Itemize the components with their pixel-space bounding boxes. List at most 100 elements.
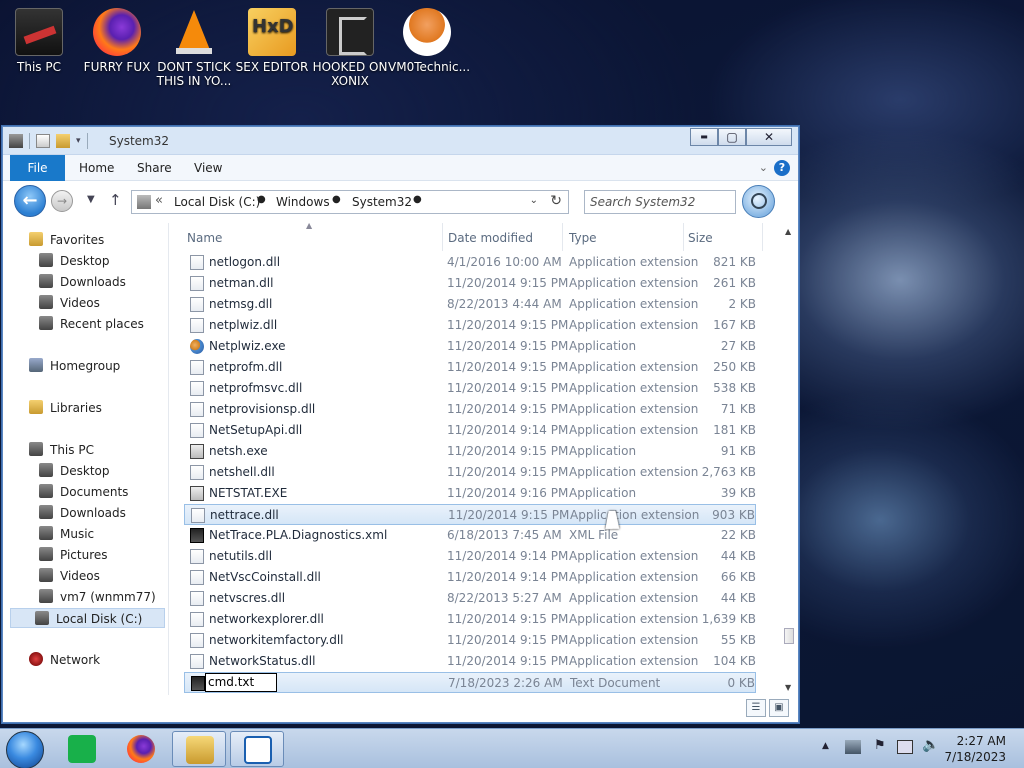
scroll-up-arrow-icon[interactable]: ▲: [785, 227, 791, 236]
table-row[interactable]: NetSetupApi.dll 11/20/2014 9:14 PM Applica…: [184, 420, 756, 441]
help-button[interactable]: ?: [774, 160, 790, 176]
table-row[interactable]: netplwiz.dll 11/20/2014 9:15 PM Applicatio…: [184, 315, 756, 336]
properties-icon[interactable]: [36, 134, 50, 148]
minimize-button[interactable]: ▬: [690, 128, 718, 146]
details-view-button[interactable]: ☰: [746, 699, 766, 717]
desktop-icon-sex-editor[interactable]: HxD SEX EDITOR: [233, 8, 311, 74]
breadcrumb-local-disk[interactable]: Local Disk (C:): [174, 195, 260, 209]
nav-pc-music[interactable]: Music: [39, 524, 94, 544]
nav-fav-downloads[interactable]: Downloads: [39, 272, 126, 292]
breadcrumb-windows[interactable]: Windows: [276, 195, 330, 209]
table-row[interactable]: netprofmsvc.dll 11/20/2014 9:15 PM Applica…: [184, 378, 756, 399]
close-button[interactable]: ✕: [746, 128, 792, 146]
nav-fav-desktop[interactable]: Desktop: [39, 251, 110, 271]
table-row[interactable]: netvscres.dll 8/22/2013 5:27 AM Applicatio…: [184, 588, 756, 609]
nav-pc-pictures[interactable]: Pictures: [39, 545, 108, 565]
nav-pc-desktop[interactable]: Desktop: [39, 461, 110, 481]
column-divider[interactable]: [562, 223, 563, 251]
nav-network[interactable]: Network: [29, 650, 100, 670]
scrollbar-thumb[interactable]: [784, 628, 794, 644]
back-button[interactable]: ←: [14, 185, 46, 217]
nav-libraries[interactable]: Libraries: [29, 398, 102, 418]
search-input[interactable]: Search System32: [584, 190, 736, 214]
nav-fav-recent[interactable]: Recent places: [39, 314, 144, 334]
scroll-down-arrow-icon[interactable]: ▼: [785, 683, 791, 692]
expand-ribbon-chevron-icon[interactable]: ⌄: [759, 161, 768, 174]
column-header-size[interactable]: Size: [688, 231, 713, 253]
table-row[interactable]: netmsg.dll 8/22/2013 4:44 AM Application e…: [184, 294, 756, 315]
nav-this-pc[interactable]: This PC: [29, 440, 94, 460]
table-row[interactable]: networkexplorer.dll 11/20/2014 9:15 PM App…: [184, 609, 756, 630]
nav-pc-documents[interactable]: Documents: [39, 482, 128, 502]
action-center-flag-icon[interactable]: ⚑: [874, 738, 886, 753]
column-divider[interactable]: [683, 223, 684, 251]
column-header-name[interactable]: Name: [187, 231, 222, 253]
customize-toolbar-chevron-icon[interactable]: ▾: [76, 136, 81, 146]
address-overflow-icon[interactable]: «: [155, 193, 163, 208]
tray-app-icon[interactable]: [845, 740, 861, 754]
table-row[interactable]: netutils.dll 11/20/2014 9:14 PM Applicatio…: [184, 546, 756, 567]
search-button[interactable]: [742, 185, 775, 218]
table-row[interactable]: netsh.exe 11/20/2014 9:15 PM Application 91…: [184, 441, 756, 462]
nav-fav-videos[interactable]: Videos: [39, 293, 100, 313]
tab-file[interactable]: File: [10, 155, 65, 181]
table-row[interactable]: NetworkStatus.dll 11/20/2014 9:15 PM Appli…: [184, 651, 756, 672]
tab-share[interactable]: Share: [137, 155, 172, 181]
nav-pc-videos[interactable]: Videos: [39, 566, 100, 586]
vertical-scrollbar[interactable]: ▲ ▼: [781, 223, 798, 695]
address-bar[interactable]: « Local Disk (C:) ● Windows ● System32 ●…: [131, 190, 569, 214]
taskbar-app-launcher[interactable]: [230, 731, 284, 767]
start-button[interactable]: [6, 731, 44, 768]
desktop-icon-furry-fux[interactable]: FURRY FUX: [78, 8, 156, 74]
forward-button[interactable]: →: [51, 190, 73, 212]
table-row-selected[interactable]: nettrace.dll 11/20/2014 9:15 PM Applicatio…: [184, 504, 756, 525]
refresh-icon[interactable]: ↻: [550, 193, 562, 209]
network-status-icon[interactable]: [897, 740, 913, 754]
nav-pc-downloads[interactable]: Downloads: [39, 503, 126, 523]
table-row[interactable]: netshell.dll 11/20/2014 9:15 PM Applicatio…: [184, 462, 756, 483]
nav-homegroup[interactable]: Homegroup: [29, 356, 120, 376]
nav-pc-local-disk[interactable]: Local Disk (C:): [10, 608, 165, 628]
taskbar-app-firefox[interactable]: [114, 731, 168, 767]
breadcrumb-separator-icon[interactable]: ●: [413, 194, 422, 205]
table-row[interactable]: NetVscCoinstall.dll 11/20/2014 9:14 PM App…: [184, 567, 756, 588]
volume-speaker-icon[interactable]: 🔈: [922, 737, 939, 753]
breadcrumb-separator-icon[interactable]: ●: [332, 194, 341, 205]
nav-favorites[interactable]: Favorites: [29, 230, 104, 250]
maximize-button[interactable]: ▢: [718, 128, 746, 146]
taskbar-app-file-explorer[interactable]: [172, 731, 226, 767]
address-dropdown-chevron-icon[interactable]: ⌄: [530, 195, 538, 206]
show-hidden-icons-chevron-icon[interactable]: ▲: [822, 741, 829, 751]
desktop-icon-this-pc[interactable]: This PC: [0, 8, 78, 74]
breadcrumb-separator-icon[interactable]: ●: [257, 194, 266, 205]
table-row[interactable]: netprofm.dll 11/20/2014 9:15 PM Applicatio…: [184, 357, 756, 378]
title-bar[interactable]: ▾ System32 ▬ ▢ ✕: [3, 127, 798, 155]
large-icons-view-button[interactable]: ▣: [769, 699, 789, 717]
table-row[interactable]: netprovisionsp.dll 11/20/2014 9:15 PM Appl…: [184, 399, 756, 420]
column-divider[interactable]: [762, 223, 763, 251]
table-row[interactable]: NETSTAT.EXE 11/20/2014 9:16 PM Application…: [184, 483, 756, 504]
table-row[interactable]: netlogon.dll 4/1/2016 10:00 AM Application…: [184, 252, 756, 273]
recent-locations-chevron-icon[interactable]: ▼: [87, 194, 95, 205]
tab-view[interactable]: View: [194, 155, 222, 181]
table-row-renaming[interactable]: cmd.txt 7/18/2023 2:26 AM Text Document 0 K…: [184, 672, 756, 693]
column-divider[interactable]: [442, 223, 443, 251]
file-type: Application: [569, 486, 637, 500]
up-arrow-icon[interactable]: ↑: [109, 191, 122, 209]
table-row[interactable]: Netplwiz.exe 11/20/2014 9:15 PM Applicatio…: [184, 336, 756, 357]
desktop-icon-dont-stick[interactable]: DONT STICK THIS IN YO...: [155, 8, 233, 88]
column-header-type[interactable]: Type: [569, 231, 597, 253]
nav-pc-network-drive[interactable]: vm7 (wnmm77): [39, 587, 156, 607]
table-row[interactable]: NetTrace.PLA.Diagnostics.xml 6/18/2013 7:…: [184, 525, 756, 546]
table-row[interactable]: networkitemfactory.dll 11/20/2014 9:15 PM…: [184, 630, 756, 651]
column-header-date[interactable]: Date modified: [448, 231, 533, 253]
breadcrumb-system32[interactable]: System32: [352, 195, 412, 209]
rename-input[interactable]: cmd.txt: [205, 673, 277, 692]
tab-home[interactable]: Home: [79, 155, 114, 181]
taskbar-app-notes[interactable]: [55, 731, 109, 767]
clock[interactable]: 2:27 AM 7/18/2023: [944, 733, 1006, 765]
desktop-icon-vm0technic[interactable]: VM0Technic...: [388, 8, 470, 74]
new-folder-icon[interactable]: [56, 134, 70, 148]
desktop-icon-hooked-on-xonix[interactable]: HOOKED ON XONIX: [311, 8, 389, 88]
table-row[interactable]: netman.dll 11/20/2014 9:15 PM Application …: [184, 273, 756, 294]
